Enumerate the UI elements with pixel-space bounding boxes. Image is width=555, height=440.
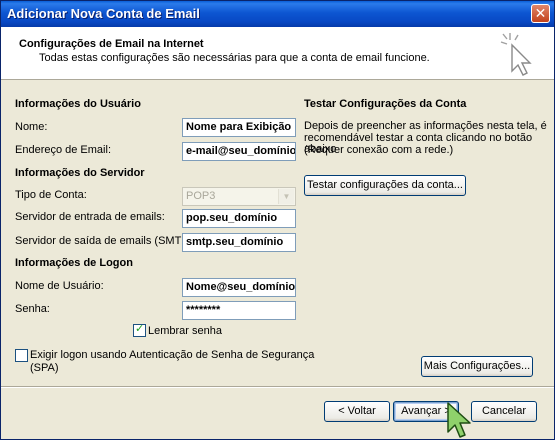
password-field[interactable]: ********	[182, 301, 296, 320]
header-title: Configurações de Email na Internet	[19, 38, 204, 50]
footer-divider	[1, 386, 554, 388]
cursor-sparkle-icon	[500, 33, 532, 76]
user-info-heading: Informações do Usuário	[15, 98, 141, 110]
close-button[interactable]: ✕	[531, 4, 550, 23]
wizard-header: Configurações de Email na Internet Todas…	[1, 27, 554, 80]
back-button[interactable]: < Voltar	[324, 401, 390, 422]
spa-label-line1[interactable]: Exigir logon usando Autenticação de Senh…	[30, 349, 314, 361]
outgoing-server-label: Servidor de saída de emails (SMTP):	[15, 235, 196, 247]
incoming-server-label: Servidor de entrada de emails:	[15, 211, 165, 223]
test-account-button[interactable]: Testar configurações da conta...	[304, 175, 466, 196]
remember-password-label[interactable]: Lembrar senha	[148, 325, 222, 337]
test-desc-line1: Depois de preencher as informações nesta…	[304, 120, 547, 132]
checkmark-icon: ✓	[135, 322, 145, 335]
remember-password-checkbox[interactable]: ✓	[133, 322, 146, 337]
mouse-pointer-icon	[447, 402, 471, 438]
email-field[interactable]: e-mail@seu_domínio	[182, 142, 296, 161]
incoming-server-field[interactable]: pop.seu_domínio	[182, 209, 296, 228]
cancel-button[interactable]: Cancelar	[471, 401, 537, 422]
account-type-select: POP3 ▼	[182, 187, 296, 206]
name-label: Nome:	[15, 121, 48, 133]
spa-label-line2[interactable]: (SPA)	[30, 362, 59, 374]
name-field[interactable]: Nome para Exibição	[182, 118, 296, 137]
server-info-heading: Informações do Servidor	[15, 167, 145, 179]
more-settings-button[interactable]: Mais Configurações...	[421, 356, 533, 377]
password-label: Senha:	[15, 303, 50, 315]
dialog-window: Adicionar Nova Conta de Email ✕ Configur…	[0, 0, 555, 440]
outgoing-server-field[interactable]: smtp.seu_domínio	[182, 233, 296, 252]
account-type-label: Tipo de Conta:	[15, 189, 87, 201]
account-type-value: POP3	[186, 190, 216, 202]
header-subtitle: Todas estas configurações são necessária…	[39, 52, 430, 64]
logon-info-heading: Informações de Logon	[15, 257, 133, 269]
window-title: Adicionar Nova Conta de Email	[7, 6, 200, 21]
username-field[interactable]: Nome@seu_domínio	[182, 278, 296, 297]
spa-checkbox[interactable]	[15, 349, 28, 362]
username-label: Nome de Usuário:	[15, 280, 104, 292]
test-settings-heading: Testar Configurações da Conta	[304, 98, 467, 110]
chevron-down-icon: ▼	[278, 189, 294, 204]
email-label: Endereço de Email:	[15, 144, 111, 156]
title-bar[interactable]: Adicionar Nova Conta de Email ✕	[1, 1, 554, 27]
test-desc-line3: (Requer conexão com a rede.)	[304, 144, 454, 156]
